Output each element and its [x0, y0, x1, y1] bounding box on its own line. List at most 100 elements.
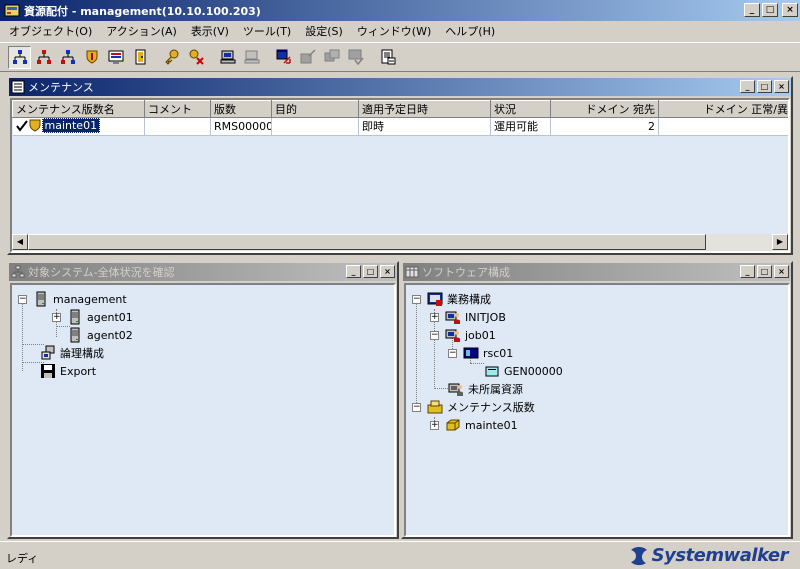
menu-settings[interactable]: 設定(S) — [298, 23, 350, 39]
tree-node-export[interactable]: Export — [40, 363, 96, 379]
tree-node-job01[interactable]: − job01 — [430, 327, 496, 343]
system-minimize-button[interactable]: _ — [346, 265, 361, 278]
software-minimize-button[interactable]: _ — [740, 265, 755, 278]
maintenance-maximize-button[interactable]: □ — [757, 80, 772, 93]
tree-node-unassigned[interactable]: 未所属資源 — [448, 381, 523, 397]
key-button[interactable] — [160, 46, 183, 69]
window-arrow-button[interactable] — [272, 46, 295, 69]
tree-red-button[interactable] — [32, 46, 55, 69]
menu-action[interactable]: アクション(A) — [99, 23, 184, 39]
tree-node-initjob[interactable]: + INITJOB — [430, 309, 506, 325]
tree-node-gen[interactable]: GEN00000 — [484, 363, 563, 379]
tree-node-business[interactable]: − 業務構成 — [412, 291, 491, 307]
maintenance-close-button[interactable]: × — [774, 80, 789, 93]
tree-label-agent01: agent01 — [87, 310, 133, 324]
tree-label-initjob: INITJOB — [465, 310, 506, 324]
status-text: レディ — [6, 552, 39, 565]
collapse-toggle[interactable]: − — [430, 330, 439, 340]
tree-node-rsc01[interactable]: − rsc01 — [448, 345, 513, 361]
column-header-comment[interactable]: コメント — [144, 100, 211, 118]
software-close-button[interactable]: × — [774, 265, 789, 278]
tree-label-logical: 論理構成 — [60, 347, 104, 360]
monitor-icon — [108, 50, 123, 64]
door-icon — [135, 49, 145, 65]
scroll-left-button[interactable]: ◀ — [12, 234, 28, 250]
tree-node-agent02[interactable]: agent02 — [67, 327, 133, 343]
collapse-toggle[interactable]: − — [412, 402, 421, 412]
column-header-name[interactable]: メンテナンス版数名 — [12, 100, 145, 118]
system-panel-title: 対象システム-全体状況を確認 — [28, 266, 175, 279]
tree-node-logical[interactable]: 論理構成 — [40, 345, 104, 361]
row-comment — [144, 117, 211, 136]
systemwalker-logo-icon — [630, 546, 647, 565]
column-header-purpose[interactable]: 目的 — [271, 100, 359, 118]
column-header-domain-dest[interactable]: ドメイン 宛先 — [550, 100, 659, 118]
delete-key-icon — [189, 49, 204, 65]
job-icon — [445, 311, 460, 324]
software-maximize-button[interactable]: □ — [757, 265, 772, 278]
tree-node-mainte01[interactable]: + mainte01 — [430, 417, 518, 433]
software-panel-title: ソフトウェア構成 — [422, 266, 510, 279]
table-row[interactable]: mainte01 RMS00000 即時 運用可能 2 2 — [12, 117, 788, 136]
column-header-schedule[interactable]: 適用予定日時 — [358, 100, 491, 118]
column-header-status[interactable]: 状況 — [490, 100, 551, 118]
menu-window[interactable]: ウィンドウ(W) — [350, 23, 438, 39]
system-tree-pane[interactable]: − management + agent01 agent02 論理構成 Expo… — [10, 283, 396, 537]
tree-node-maint-versions[interactable]: − メンテナンス版数 — [412, 399, 535, 415]
scroll-right-button[interactable]: ▶ — [772, 234, 788, 250]
system-maximize-button[interactable]: □ — [363, 265, 378, 278]
tree-node-management[interactable]: − management — [18, 291, 127, 307]
resource-icon — [463, 347, 479, 359]
close-button[interactable]: × — [782, 3, 798, 17]
column-header-domain-ok[interactable]: ドメイン 正常/異常 — [658, 100, 788, 118]
system-close-button[interactable]: × — [380, 265, 395, 278]
collapse-toggle[interactable]: − — [448, 348, 457, 358]
computer-disabled-button[interactable] — [240, 46, 263, 69]
software-tree-pane[interactable]: − 業務構成 + INITJOB − job01 − rsc01 GEN0000… — [404, 283, 790, 537]
column-header-version[interactable]: 版数 — [210, 100, 272, 118]
key-icon — [164, 49, 178, 65]
expand-toggle[interactable]: + — [430, 312, 439, 322]
tree-label-maint-versions: メンテナンス版数 — [447, 401, 535, 414]
window-move-disabled-icon — [300, 49, 316, 64]
expand-toggle[interactable]: + — [430, 420, 439, 430]
collapse-toggle[interactable]: − — [412, 294, 421, 304]
menu-view[interactable]: 表示(V) — [184, 23, 236, 39]
window-stack-button[interactable] — [320, 46, 343, 69]
row-domain-ok: 2 — [658, 117, 788, 136]
report-button[interactable] — [376, 46, 399, 69]
monitor-button[interactable] — [104, 46, 127, 69]
maintenance-version-icon — [29, 119, 40, 132]
system-panel: 対象システム-全体状況を確認 _ □ × − management + agen… — [7, 261, 399, 539]
tree-label-management: management — [53, 292, 127, 306]
window-stack-disabled-icon — [324, 49, 339, 62]
report-icon — [381, 49, 395, 65]
window-check-button[interactable] — [344, 46, 367, 69]
collapse-toggle[interactable]: − — [18, 294, 27, 304]
menu-help[interactable]: ヘルプ(H) — [438, 23, 502, 39]
unassigned-resource-icon — [448, 383, 463, 396]
row-name-cell[interactable]: mainte01 — [12, 117, 145, 136]
window-move-button[interactable] — [296, 46, 319, 69]
shield-button[interactable] — [80, 46, 103, 69]
generation-icon — [485, 366, 499, 377]
door-button[interactable] — [128, 46, 151, 69]
computer-icon — [220, 50, 235, 64]
menu-object[interactable]: オブジェクト(O) — [2, 23, 99, 39]
menu-tools[interactable]: ツール(T) — [236, 23, 298, 39]
tree-label-rsc01: rsc01 — [483, 346, 514, 360]
maintenance-minimize-button[interactable]: _ — [740, 80, 755, 93]
delete-key-button[interactable] — [184, 46, 207, 69]
maintenance-list[interactable]: メンテナンス版数名 コメント 版数 目的 適用予定日時 状況 ドメイン 宛先 ド… — [10, 98, 790, 253]
scroll-thumb[interactable] — [28, 234, 706, 250]
job-icon — [445, 329, 460, 342]
maximize-button[interactable]: □ — [762, 3, 778, 17]
minimize-button[interactable]: _ — [744, 3, 760, 17]
row-schedule: 即時 — [358, 117, 491, 136]
maintenance-hscrollbar[interactable]: ◀ ▶ — [12, 234, 788, 251]
expand-toggle[interactable]: + — [52, 312, 61, 322]
tree-blue-button[interactable] — [8, 45, 31, 69]
tree-mixed-button[interactable] — [56, 46, 79, 69]
tree-node-agent01[interactable]: + agent01 — [52, 309, 133, 325]
computer-button[interactable] — [216, 46, 239, 69]
